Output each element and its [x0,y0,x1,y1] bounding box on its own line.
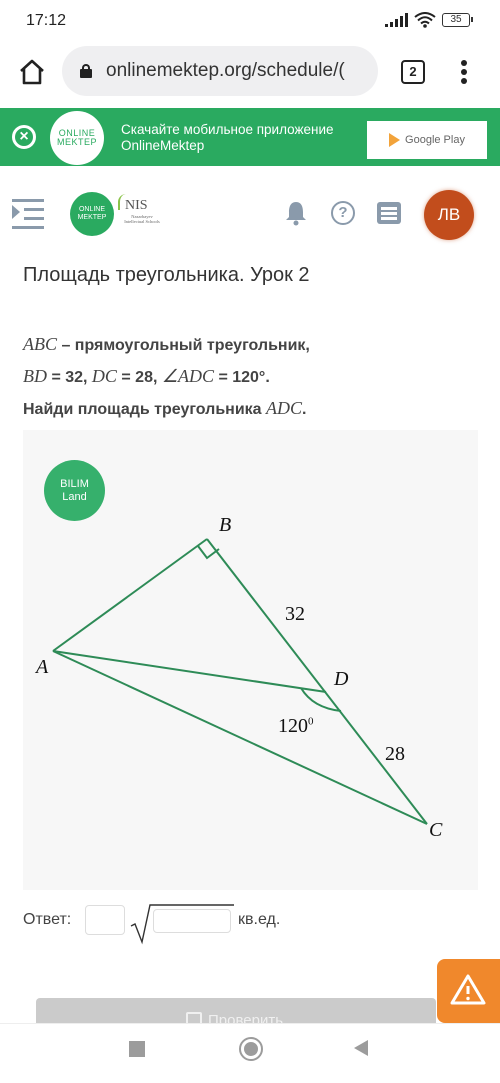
angle-value: 120 [278,715,308,737]
task-line-3-text: Найди площадь треугольника [23,401,267,418]
answer-unit: кв.ед. [238,911,281,928]
math-angle-adc: ∠ADC [161,366,214,386]
segment-ab [52,538,208,652]
onlinemektep-logo: ONLINE MEKTEP [50,111,104,165]
math-abc: ABC [23,334,57,354]
bilim-line2: Land [62,490,87,503]
coefficient-input[interactable] [85,905,125,935]
task-line-3: Найди площадь треугольника ADC. [23,393,310,425]
bell-icon[interactable] [285,200,307,226]
bilim-line1: BILIM [60,477,89,490]
app-download-banner: × ONLINE MEKTEP Скачайте мобильное прило… [0,108,500,166]
radicand-input[interactable] [153,909,231,933]
point-label-c: C [429,819,443,841]
task-line-1: ABC – прямоугольный треугольник, [23,329,310,361]
task-text: = 28, [116,369,162,386]
header-logo-line1: ONLINE [78,206,106,213]
segment-ad [52,650,327,693]
help-icon[interactable]: ? [331,201,355,225]
answer-label: Ответ: [23,911,72,928]
page-title: Площадь треугольника. Урок 2 [23,264,310,286]
check-answer-button[interactable]: Проверить [36,998,436,1024]
math-bd: BD [23,366,47,386]
battery-icon: 35 [442,13,473,27]
triangle-diagram: BILIM Land B A D C 32 28 1200 [23,430,478,890]
tab-switcher-button[interactable]: 2 [401,60,425,84]
right-angle-marker [197,545,220,560]
task-text: = 32, [47,369,92,386]
recent-apps-icon[interactable] [129,1041,145,1057]
google-play-label: Google Play [405,134,465,146]
length-label-bd: 32 [285,603,305,625]
angle-label-adc: 1200 [278,715,314,738]
warning-icon [450,974,486,1005]
wifi-icon [414,12,436,28]
header-logo-line2: MEKTEP [77,214,107,221]
avatar[interactable]: ЛВ [424,190,474,240]
status-bar: 17:12 35 [0,0,500,44]
lock-icon [80,64,92,78]
system-nav-bar [0,1023,500,1083]
segment-bc [206,538,428,825]
task-text: . [302,401,307,418]
banner-text: Скачайте мобильное приложение OnlineMekt… [121,122,334,154]
app-header: ONLINE MEKTEP NIS Nazarbayev Intellectua… [0,178,500,248]
more-vert-icon[interactable] [456,58,472,86]
list-icon[interactable] [377,202,401,224]
banner-text-line2: OnlineMektep [121,138,205,153]
onlinemektep-header-logo[interactable]: ONLINE MEKTEP [70,192,114,236]
nis-logo: NIS Nazarbayev Intellectual Schools [116,192,160,236]
status-icons: 35 [385,12,473,28]
nis-subtitle: Nazarbayev Intellectual Schools [124,214,160,224]
task-statement: ABC – прямоугольный треугольник, BD = 32… [23,329,310,425]
home-circle-icon[interactable] [239,1037,263,1061]
status-time: 17:12 [26,12,67,29]
google-play-icon [389,133,401,147]
back-icon[interactable] [354,1040,368,1056]
bilimland-badge: BILIM Land [44,460,105,521]
banner-text-line1: Скачайте мобильное приложение [121,122,334,137]
point-label-a: A [36,656,49,678]
home-icon[interactable] [16,56,48,88]
angle-sup: 0 [308,715,314,728]
length-label-dc: 28 [385,743,405,765]
task-line-2: BD = 32, DC = 28, ∠ADC = 120°. [23,361,310,393]
math-dc: DC [91,366,117,386]
url-text: onlinemektep.org/schedule/( [106,60,345,81]
task-line-1-text: – прямоугольный треугольник, [57,337,310,354]
google-play-button[interactable]: Google Play [367,121,487,159]
task-text: = 120°. [214,369,270,386]
logo-line2: MEKTEP [56,137,97,147]
nis-title: NIS [125,198,148,213]
point-label-b: B [219,514,232,536]
segment-ac [52,650,428,825]
point-label-d: D [334,668,349,690]
url-bar[interactable]: onlinemektep.org/schedule/( [62,46,378,96]
browser-toolbar: onlinemektep.org/schedule/( 2 [0,44,500,100]
signal-icon [385,13,408,27]
banner-close-button[interactable]: × [12,125,36,149]
menu-toggle-icon[interactable] [12,197,44,229]
report-problem-button[interactable] [437,959,500,1023]
math-adc: ADC [266,398,303,418]
